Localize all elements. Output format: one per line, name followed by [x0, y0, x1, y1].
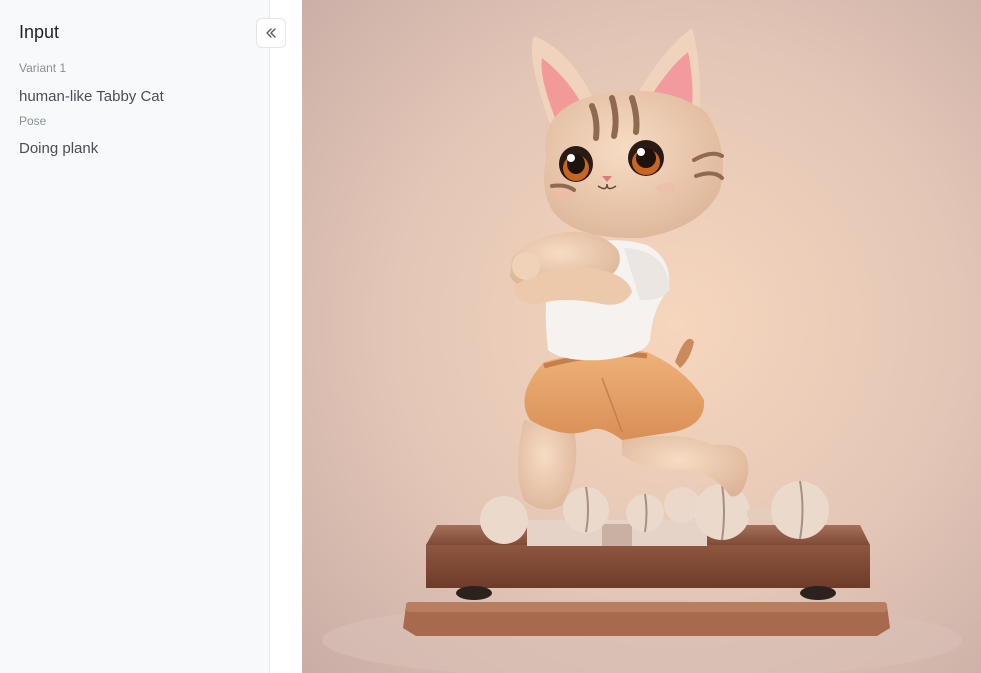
cat-figurine-image [302, 0, 981, 673]
sidebar-title: Input [19, 22, 60, 42]
double-chevron-left-icon [266, 28, 276, 38]
generated-image [302, 0, 981, 673]
collapse-sidebar-button[interactable] [256, 18, 286, 48]
panel-gutter [271, 0, 302, 673]
pose-label: Pose [19, 114, 47, 128]
variant-value: human-like Tabby Cat [19, 88, 164, 105]
input-sidebar: Input Variant 1 human-like Tabby Cat Pos… [0, 0, 270, 673]
pose-value: Doing plank [19, 140, 99, 157]
variant-label: Variant 1 [19, 61, 67, 75]
